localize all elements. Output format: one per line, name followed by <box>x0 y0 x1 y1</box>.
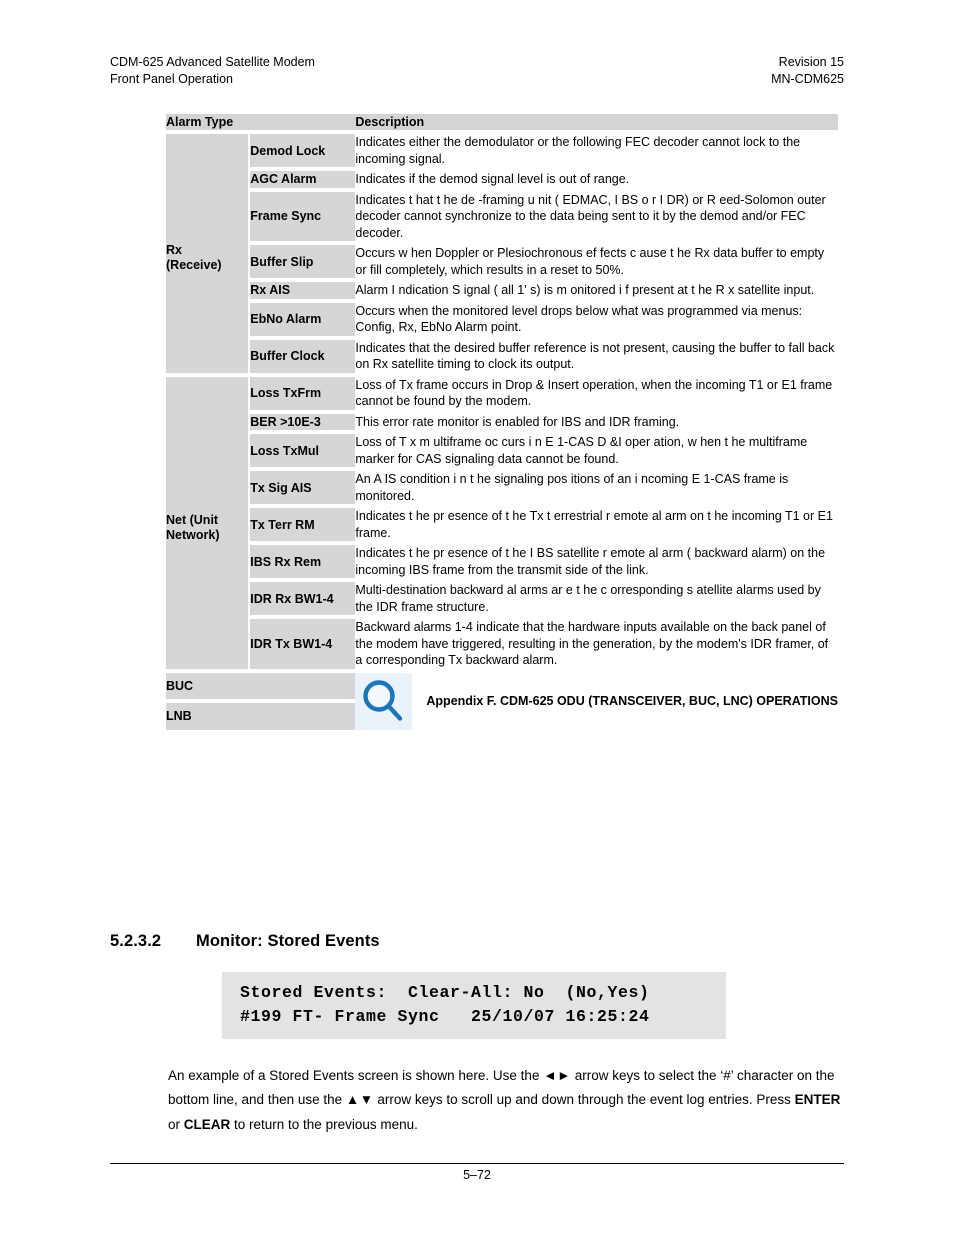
odu-reference-note: Appendix F. CDM-625 ODU (TRANSCEIVER, BU… <box>426 694 838 708</box>
alarm-description-cell: Indicates either the demodulator or the … <box>355 134 838 167</box>
alarm-group-label-line2: (Receive) <box>166 258 222 273</box>
odu-reference-wrap: Appendix F. CDM-625 ODU (TRANSCEIVER, BU… <box>355 672 838 730</box>
alarm-description-cell: Backward alarms 1-4 indicate that the ha… <box>355 619 838 669</box>
key-clear-label: CLEAR <box>183 1116 231 1132</box>
magnifying-glass-icon <box>355 672 413 730</box>
stored-events-description-paragraph: An example of a Stored Events screen is … <box>168 1064 844 1138</box>
table-row: Loss TxMul Loss of T x m ultiframe oc cur… <box>166 434 838 467</box>
alarm-description-cell: Occurs w hen Doppler or Plesiochronous e… <box>355 245 838 278</box>
alarm-group-label: Rx (Receive) <box>166 134 248 373</box>
alarm-group-label-line1: Rx <box>166 243 182 258</box>
alarm-description-cell: Indicates t he pr esence of t he I BS sa… <box>355 545 838 578</box>
table-row: EbNo Alarm Occurs when the monitored leve… <box>166 302 838 336</box>
alarm-name-cell: Tx Terr RM <box>250 508 356 541</box>
up-down-arrow-icon: ▲▼ <box>345 1092 374 1107</box>
table-row: Tx Sig AIS An A IS condition i n t he sig… <box>166 471 838 504</box>
alarm-name-cell: IDR Rx BW1-4 <box>250 582 356 615</box>
alarm-description-cell: An A IS condition i n t he signaling pos… <box>355 471 838 504</box>
alarm-name-cell: Frame Sync <box>250 191 356 241</box>
header-part-number: MN-CDM625 <box>771 71 844 86</box>
table-row: IDR Rx BW1-4 Multi-destination backward a… <box>166 582 838 615</box>
alarm-name-cell: Loss TxMul <box>250 434 356 467</box>
alarm-types-table: Alarm Type Description Rx (Receive) Demod Lo… <box>166 114 838 730</box>
alarm-description-cell: Indicates t hat t he de -framing u nit (… <box>355 191 838 241</box>
table-row: Rx (Receive) Demod Lock Indicates either th… <box>166 134 838 373</box>
footer-divider <box>110 1163 844 1164</box>
header-left-block: CDM-625 Advanced Satellite Modem Front P… <box>110 54 315 87</box>
page-header: CDM-625 Advanced Satellite Modem Front P… <box>110 54 844 87</box>
alarm-name-cell: Demod Lock <box>250 134 356 167</box>
header-revision: Revision 15 <box>778 55 844 69</box>
key-enter-label: ENTER <box>794 1092 841 1107</box>
left-right-arrow-icon: ◄► <box>543 1067 571 1083</box>
alarm-group-label: Net (Unit Network) <box>166 376 248 669</box>
alarm-description-cell: Indicates t he pr esence of t he Tx t er… <box>355 508 838 541</box>
odu-reference-cell: Appendix F. CDM-625 ODU (TRANSCEIVER, BU… <box>355 672 838 730</box>
table-row: Buffer Clock Indicates that the desired b… <box>166 339 838 373</box>
table-row-buc: BUC Appendix F. CDM-625 ODU (TRANSCEIVER,… <box>166 672 838 730</box>
section-title: Monitor: Stored Events <box>196 932 380 950</box>
table-row: Frame Sync Indicates t hat t he de -frami… <box>166 191 838 241</box>
table-header-row: Alarm Type Description <box>166 114 838 130</box>
lcd-line-2: #199 FT- Frame Sync 25/10/07 16:25:24 <box>240 1007 650 1026</box>
section-heading: 5.2.3.2 Monitor: Stored Events <box>110 932 380 951</box>
alarm-name-cell: Tx Sig AIS <box>250 471 356 504</box>
header-right-block: Revision 15 MN-CDM625 <box>771 54 844 87</box>
alarm-name-cell: AGC Alarm <box>250 171 356 188</box>
alarm-group-label-line2: Network) <box>166 527 220 542</box>
alarm-description-cell: This error rate monitor is enabled for I… <box>355 413 838 430</box>
alarm-name-lnb: LNB <box>166 703 356 730</box>
table-row: Rx AIS Alarm I ndication S ignal ( all 1'… <box>166 282 838 299</box>
lcd-line-1: Stored Events: Clear-All: No (No,Yes) <box>240 983 650 1002</box>
alarm-name-cell: EbNo Alarm <box>250 302 356 336</box>
table-row: AGC Alarm Indicates if the demod signal l… <box>166 171 838 188</box>
footer-page-number: 5–72 <box>463 1168 491 1182</box>
table-row: BER >10E-3 This error rate monitor is ena… <box>166 413 838 430</box>
stored-events-lcd-display: Stored Events: Clear-All: No (No,Yes) #1… <box>222 972 726 1039</box>
alarm-name-cell: Rx AIS <box>250 282 356 299</box>
header-document-title: CDM-625 Advanced Satellite Modem <box>110 55 315 69</box>
alarm-group-label-line1: Net (Unit <box>166 512 219 527</box>
header-document-subtitle: Front Panel Operation <box>110 71 233 86</box>
section-number: 5.2.3.2 <box>110 932 162 950</box>
column-header-description: Description <box>355 114 838 130</box>
table-row: IDR Tx BW1-4 Backward alarms 1-4 indicate… <box>166 619 838 669</box>
para-part-4: or <box>168 1116 184 1132</box>
alarm-name-cell: Buffer Clock <box>250 339 356 373</box>
alarm-name-cell: Buffer Slip <box>250 245 356 278</box>
alarm-name-cell: Loss TxFrm <box>250 376 356 410</box>
alarm-description-cell: Multi-destination backward al arms ar e … <box>355 582 838 615</box>
table-row: Buffer Slip Occurs w hen Doppler or Plesi… <box>166 245 838 278</box>
alarm-description-cell: Loss of Tx frame occurs in Drop & Insert… <box>355 376 838 410</box>
alarm-description-cell: Occurs when the monitored level drops be… <box>355 302 838 336</box>
alarm-description-cell: Alarm I ndication S ignal ( all 1' s) is… <box>355 282 838 299</box>
alarm-description-cell: Loss of T x m ultiframe oc curs i n E 1-… <box>355 434 838 467</box>
alarm-name-cell: IDR Tx BW1-4 <box>250 619 356 669</box>
alarm-name-cell: IBS Rx Rem <box>250 545 356 578</box>
alarm-description-cell: Indicates if the demod signal level is o… <box>355 171 838 188</box>
table-row: Net (Unit Network) Loss TxFrm Loss of Tx fr… <box>166 376 838 669</box>
table-row: Tx Terr RM Indicates t he pr esence of t … <box>166 508 838 541</box>
para-part-5: to return to the previous menu. <box>230 1116 418 1132</box>
column-header-alarm-type: Alarm Type <box>166 114 356 130</box>
alarm-name-cell: BER >10E-3 <box>250 413 356 430</box>
alarm-description-cell: Indicates that the desired buffer refere… <box>355 339 838 373</box>
alarm-name-buc: BUC <box>166 672 356 699</box>
para-part-1: An example of a Stored Events screen is … <box>168 1067 544 1083</box>
table-row: IBS Rx Rem Indicates t he pr esence of t … <box>166 545 838 578</box>
para-part-3: arrow keys to scroll up and down through… <box>373 1092 795 1107</box>
